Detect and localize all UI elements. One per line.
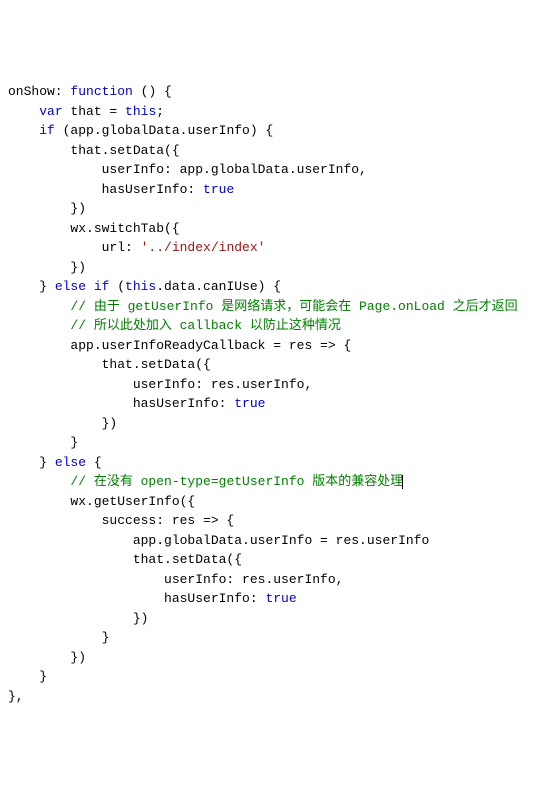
text-token: that.setData({ [8,552,242,567]
code-line: }) [8,648,534,668]
code-line: userInfo: app.globalData.userInfo, [8,160,534,180]
text-token: hasUserInfo: [8,396,234,411]
code-line: userInfo: res.userInfo, [8,375,534,395]
text-token: .data.canIUse) { [156,279,281,294]
text-token [8,318,70,333]
text-token: }) [8,201,86,216]
code-line: that.setData({ [8,141,534,161]
text-token: }) [8,650,86,665]
text-token: onShow: [8,84,70,99]
comment-token: // 在没有 open-type=getUserInfo 版本的兼容处理 [70,474,403,489]
keyword-token: if [39,123,55,138]
code-line: userInfo: res.userInfo, [8,570,534,590]
keyword-token: else if [55,279,110,294]
text-token: ; [156,104,164,119]
code-line: }) [8,199,534,219]
text-token: } [8,455,55,470]
text-token: () { [133,84,172,99]
code-line: if (app.globalData.userInfo) { [8,121,534,141]
text-token: userInfo: app.globalData.userInfo, [8,162,367,177]
text-token: userInfo: res.userInfo, [8,572,343,587]
code-line: } [8,628,534,648]
code-line: var that = this; [8,102,534,122]
code-line: }, [8,687,534,707]
text-token: userInfo: res.userInfo, [8,377,312,392]
string-token: '../index/index' [141,240,266,255]
code-line: that.setData({ [8,355,534,375]
keyword-token: else [55,455,86,470]
text-token: that = [63,104,125,119]
keyword-token: this [125,279,156,294]
code-line: app.userInfoReadyCallback = res => { [8,336,534,356]
keyword-token: this [125,104,156,119]
keyword-token: function [70,84,132,99]
keyword-token: var [39,104,62,119]
text-token: ( [109,279,125,294]
code-line: } [8,667,534,687]
keyword-token: true [234,396,265,411]
text-token: }) [8,260,86,275]
text-token: that.setData({ [8,143,180,158]
code-line: // 所以此处加入 callback 以防止这种情况 [8,316,534,336]
text-token: { [86,455,102,470]
text-token: app.userInfoReadyCallback = res => { [8,338,351,353]
keyword-token: true [265,591,296,606]
text-token: url: [8,240,141,255]
text-token: }) [8,611,148,626]
code-line: }) [8,258,534,278]
code-line: } [8,433,534,453]
code-line: that.setData({ [8,550,534,570]
code-editor-viewport: onShow: function () { var that = this; i… [8,82,534,706]
code-line: }) [8,609,534,629]
code-line: app.globalData.userInfo = res.userInfo [8,531,534,551]
code-line: url: '../index/index' [8,238,534,258]
text-token: } [8,630,109,645]
code-line: wx.switchTab({ [8,219,534,239]
text-token: success: res => { [8,513,234,528]
text-token: } [8,279,55,294]
code-line: // 在没有 open-type=getUserInfo 版本的兼容处理 [8,472,534,492]
text-token: wx.getUserInfo({ [8,494,195,509]
text-token: wx.switchTab({ [8,221,180,236]
code-line: } else if (this.data.canIUse) { [8,277,534,297]
text-token [8,299,70,314]
code-line: } else { [8,453,534,473]
text-token [8,474,70,489]
code-line: onShow: function () { [8,82,534,102]
code-line: hasUserInfo: true [8,180,534,200]
code-line: }) [8,414,534,434]
text-token: }, [8,689,24,704]
code-line: hasUserInfo: true [8,394,534,414]
text-token: } [8,435,78,450]
text-cursor [402,475,403,489]
code-line: // 由于 getUserInfo 是网络请求，可能会在 Page.onLoad… [8,297,534,317]
text-token: that.setData({ [8,357,211,372]
comment-token: // 由于 getUserInfo 是网络请求，可能会在 Page.onLoad… [70,299,517,314]
code-line: success: res => { [8,511,534,531]
text-token: }) [8,416,117,431]
text-token: (app.globalData.userInfo) { [55,123,273,138]
keyword-token: true [203,182,234,197]
text-token: hasUserInfo: [8,182,203,197]
text-token: app.globalData.userInfo = res.userInfo [8,533,429,548]
code-line: wx.getUserInfo({ [8,492,534,512]
comment-token: // 所以此处加入 callback 以防止这种情况 [70,318,340,333]
text-token [8,104,39,119]
code-line: hasUserInfo: true [8,589,534,609]
text-token: hasUserInfo: [8,591,265,606]
text-token: } [8,669,47,684]
text-token [8,123,39,138]
